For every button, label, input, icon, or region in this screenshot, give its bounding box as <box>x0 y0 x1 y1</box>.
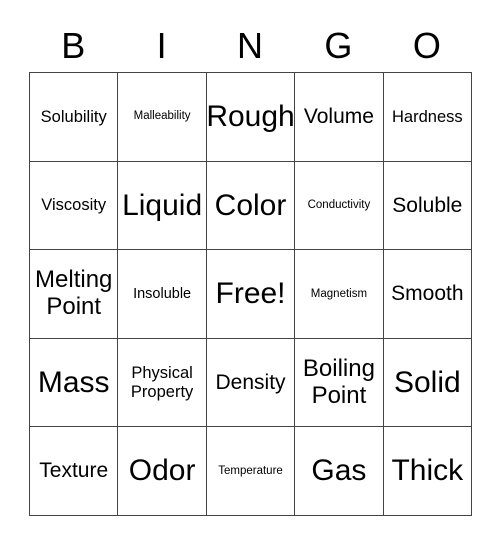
bingo-grid-row: Texture Odor Temperature Gas Thick <box>30 427 473 516</box>
bingo-cell-n5[interactable]: Temperature <box>206 427 296 516</box>
bingo-cell-i3[interactable]: Insoluble <box>118 250 207 339</box>
bingo-cell-b5[interactable]: Texture <box>30 427 119 516</box>
bingo-header-row: B I N G O <box>29 0 471 72</box>
bingo-cell-b4[interactable]: Mass <box>30 338 119 428</box>
bingo-cell-i5[interactable]: Odor <box>118 427 207 516</box>
bingo-header-letter-g: G <box>324 25 353 66</box>
bingo-card: B I N G O Solubility Malleability Rough … <box>29 0 473 516</box>
bingo-header-letter-n: N <box>237 25 264 66</box>
bingo-cell-i2[interactable]: Liquid <box>118 161 207 251</box>
bingo-header-letter-i: I <box>156 25 167 66</box>
bingo-header-letter-b: B <box>61 25 86 66</box>
bingo-cell-g1[interactable]: Volume <box>295 73 384 162</box>
bingo-cell-i1[interactable]: Malleability <box>118 73 207 162</box>
bingo-grid-row: Viscosity Liquid Color Conductivity Solu… <box>30 161 473 251</box>
bingo-cell-i4[interactable]: Physical Property <box>118 338 207 428</box>
bingo-cell-g3[interactable]: Magnetism <box>295 250 384 339</box>
bingo-cell-b2[interactable]: Viscosity <box>30 161 119 251</box>
bingo-cell-b1[interactable]: Solubility <box>30 73 119 162</box>
bingo-cell-o2[interactable]: Soluble <box>383 161 473 251</box>
bingo-cell-g5[interactable]: Gas <box>295 427 384 516</box>
bingo-cell-n2[interactable]: Color <box>206 161 296 251</box>
bingo-cell-n1[interactable]: Rough <box>206 73 296 162</box>
bingo-header-letter-o: O <box>412 25 441 66</box>
bingo-cell-g4[interactable]: Boiling Point <box>295 338 384 428</box>
bingo-grid-row: Mass Physical Property Density Boiling P… <box>30 338 473 428</box>
bingo-cell-b3[interactable]: Melting Point <box>30 250 119 339</box>
bingo-grid-row: Solubility Malleability Rough Volume Har… <box>30 73 473 162</box>
bingo-grid-row: Melting Point Insoluble Free! Magnetism … <box>30 250 473 339</box>
bingo-cell-o4[interactable]: Solid <box>383 338 473 428</box>
bingo-cell-o3[interactable]: Smooth <box>383 250 473 339</box>
bingo-cell-n4[interactable]: Density <box>206 338 296 428</box>
bingo-cell-free-space[interactable]: Free! <box>206 250 296 339</box>
bingo-grid: Solubility Malleability Rough Volume Har… <box>29 72 473 516</box>
bingo-cell-o1[interactable]: Hardness <box>383 73 473 162</box>
bingo-cell-g2[interactable]: Conductivity <box>295 161 384 251</box>
bingo-cell-o5[interactable]: Thick <box>383 427 473 516</box>
